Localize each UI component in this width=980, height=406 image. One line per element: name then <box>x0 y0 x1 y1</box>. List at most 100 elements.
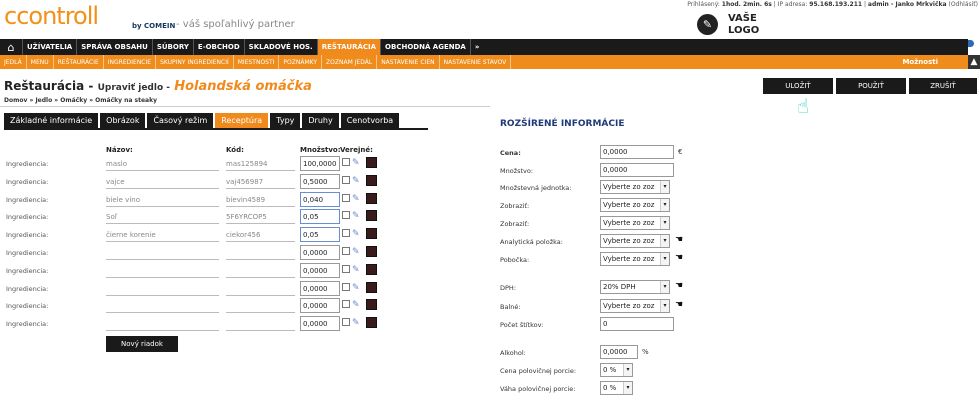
branch-select[interactable]: Vyberte zo zoz ▾ <box>600 252 670 266</box>
tab-kinds[interactable]: Druhy <box>302 113 339 128</box>
edit-icon[interactable]: ✎ <box>352 229 364 239</box>
edit-icon[interactable]: ✎ <box>352 176 364 186</box>
alcohol-input[interactable]: 0,0000 <box>600 345 638 359</box>
tab-types[interactable]: Typy <box>270 113 301 128</box>
edit-icon[interactable]: ✎ <box>352 158 364 168</box>
ingredient-name-field[interactable]: čierne korenie <box>106 227 219 243</box>
nav-business[interactable]: OBCHODNÁ AGENDA <box>380 39 470 55</box>
options-menu[interactable]: Možnosti <box>902 58 938 66</box>
ingredient-code-field[interactable]: bievin4589 <box>226 192 295 207</box>
nav-files[interactable]: SÚBORY <box>151 39 193 55</box>
subnav-ingredient-groups[interactable]: SKUPINY INGREDIENCIÍ <box>156 55 234 69</box>
delete-icon[interactable] <box>366 228 377 240</box>
public-checkbox[interactable] <box>342 175 350 184</box>
public-checkbox[interactable] <box>342 247 350 255</box>
ingredient-qty-input[interactable]: 0,0000 <box>300 316 340 332</box>
edit-icon[interactable]: ✎ <box>352 211 364 221</box>
edit-icon[interactable]: ✎ <box>352 194 364 204</box>
delete-icon[interactable] <box>366 263 377 275</box>
delete-icon[interactable] <box>366 174 377 186</box>
ingredient-qty-input[interactable]: 0,040 <box>300 191 340 207</box>
picker-icon[interactable]: ☚ <box>675 300 683 310</box>
public-checkbox[interactable] <box>342 211 350 220</box>
nav-restaurant[interactable]: REŠTAURÁCIA <box>316 39 381 55</box>
ingredient-qty-input[interactable]: 0,5000 <box>300 173 340 189</box>
display2-select[interactable]: Vyberte zo zoz ▾ <box>600 216 670 230</box>
nav-eshop[interactable]: E-OBCHOD <box>192 39 244 55</box>
logout-link[interactable]: (Odhlásiť) <box>948 1 978 8</box>
nav-users[interactable]: UŽÍVATELIA <box>22 39 76 55</box>
ingredient-name-field[interactable] <box>106 298 219 314</box>
subnav-meals[interactable]: JEDLÁ <box>0 55 27 69</box>
ingredient-qty-input[interactable]: 0,0000 <box>300 298 340 314</box>
subnav-meal-list[interactable]: ZOZNAM JEDÁL <box>322 55 378 69</box>
nav-more[interactable]: » <box>469 39 484 55</box>
ingredient-name-field[interactable]: Soľ <box>106 209 219 225</box>
delete-icon[interactable] <box>366 157 377 168</box>
ingredient-name-field[interactable] <box>106 281 219 296</box>
edit-icon[interactable]: ✎ <box>352 318 364 328</box>
public-checkbox[interactable] <box>342 300 350 309</box>
delete-icon[interactable] <box>366 317 377 329</box>
delete-icon[interactable] <box>366 210 377 222</box>
ingredient-code-field[interactable]: 5F6YRCOP5 <box>226 209 295 225</box>
subnav-state-settings[interactable]: NASTAVENIE STAVOV <box>440 55 512 69</box>
ingredient-code-field[interactable] <box>226 263 295 278</box>
tab-pricing[interactable]: Cenotvorba <box>340 113 400 128</box>
price-input[interactable]: 0,0000 <box>600 145 674 159</box>
ingredient-qty-input[interactable]: 0,0000 <box>300 262 340 278</box>
arrow-up-icon[interactable]: ▲ <box>968 55 980 69</box>
nav-warehouse[interactable]: SKLADOVÉ HOS. <box>243 39 317 55</box>
ingredient-qty-input[interactable]: 100,0000 <box>300 156 340 171</box>
ingredient-code-field[interactable] <box>226 281 295 296</box>
subnav-notes[interactable]: POZNÁMKY <box>279 55 323 69</box>
subnav-ingredients[interactable]: INGREDIENCIE <box>104 55 157 69</box>
subnav-price-settings[interactable]: NASTAVENIE CIEN <box>377 55 440 69</box>
public-checkbox[interactable] <box>342 318 350 327</box>
ingredient-qty-input[interactable]: 0,05 <box>300 209 340 225</box>
cancel-button[interactable]: ZRUŠIŤ <box>909 78 977 94</box>
public-checkbox[interactable] <box>342 282 350 291</box>
delete-icon[interactable] <box>366 281 377 293</box>
ingredient-code-field[interactable] <box>226 316 295 332</box>
ingredient-code-field[interactable]: vaj456987 <box>226 174 295 189</box>
ingredient-code-field[interactable]: ciekor456 <box>226 227 295 243</box>
nav-content[interactable]: SPRÁVA OBSAHU <box>76 39 152 55</box>
subnav-restaurants[interactable]: REŠTAURÁCIE <box>54 55 104 69</box>
picker-icon[interactable]: ☚ <box>675 281 683 291</box>
new-row-button[interactable]: Nový riadok <box>106 336 178 352</box>
packaging-select[interactable]: Vyberte zo zoz ▾ <box>600 299 670 313</box>
public-checkbox[interactable] <box>342 193 350 202</box>
picker-icon[interactable]: ☚ <box>675 235 683 245</box>
edit-icon[interactable]: ✎ <box>352 247 364 257</box>
home-icon[interactable]: ⌂ <box>0 39 22 55</box>
edit-icon[interactable]: ✎ <box>352 265 364 275</box>
half-weight-select[interactable]: 0 % ▾ <box>600 381 633 395</box>
public-checkbox[interactable] <box>342 264 350 273</box>
ingredient-qty-input[interactable]: 0,05 <box>300 227 340 243</box>
ingredient-qty-input[interactable]: 0,0000 <box>300 245 340 260</box>
unit-select[interactable]: Vyberte zo zoz ▾ <box>600 180 670 194</box>
ingredient-name-field[interactable]: maslo <box>106 156 219 171</box>
apply-button[interactable]: POUŽIŤ <box>836 78 906 94</box>
edit-icon[interactable]: ✎ <box>352 283 364 293</box>
delete-icon[interactable] <box>366 299 377 311</box>
tab-image[interactable]: Obrázok <box>100 113 146 128</box>
picker-icon[interactable]: ☚ <box>675 253 683 263</box>
ingredient-qty-input[interactable]: 0,0000 <box>300 280 340 296</box>
ingredient-name-field[interactable]: vajce <box>106 174 219 189</box>
tab-recipe[interactable]: Receptúra <box>215 113 269 128</box>
tab-time-mode[interactable]: Časový režim <box>147 113 214 128</box>
app-logo[interactable]: ccontroll <box>4 2 99 30</box>
subnav-menu[interactable]: MENU <box>27 55 54 69</box>
public-checkbox[interactable] <box>342 158 350 166</box>
edit-icon[interactable]: ✎ <box>352 300 364 310</box>
subnav-rooms[interactable]: MIESTNOSTI <box>234 55 280 69</box>
ingredient-name-field[interactable] <box>106 316 219 332</box>
quantity-input[interactable]: 0,0000 <box>600 163 674 177</box>
ingredient-name-field[interactable] <box>106 263 219 278</box>
ingredient-name-field[interactable]: biele víno <box>106 192 219 207</box>
display1-select[interactable]: Vyberte zo zoz ▾ <box>600 198 670 212</box>
ingredient-code-field[interactable]: mas125894 <box>226 156 295 171</box>
save-button[interactable]: ULOŽIŤ <box>763 78 833 94</box>
